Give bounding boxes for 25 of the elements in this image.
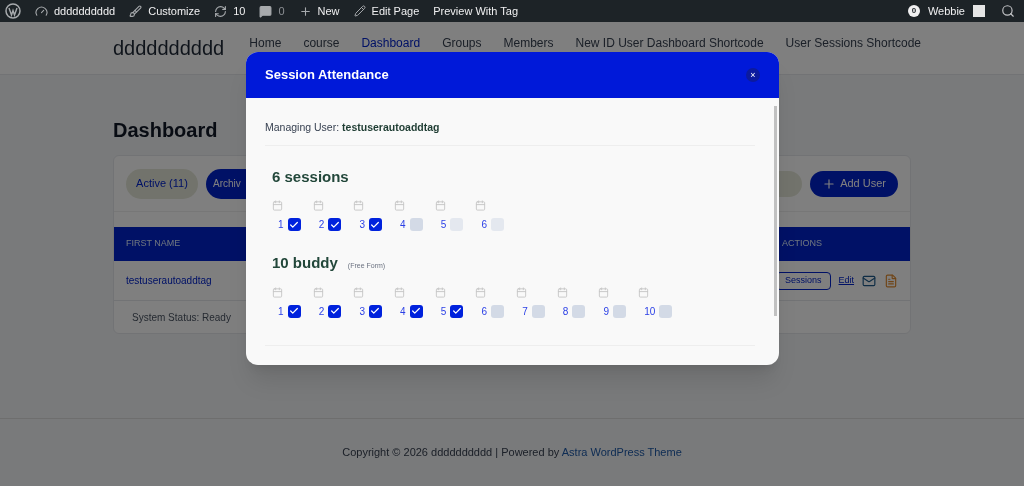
session-number: 4 (400, 218, 406, 233)
footer-text: Copyright © 2026 dddddddddd | Powered by Astra WordPress Theme (342, 445, 682, 461)
system-status: System Status: Ready (132, 310, 231, 325)
session-number: 5 (440, 218, 447, 233)
session-number: 9 (603, 304, 610, 319)
session-number: 1 (278, 304, 284, 319)
page-title: Dashboard (113, 118, 218, 143)
session-number: 2 (318, 218, 325, 233)
column-header: ACTIONS (782, 237, 823, 251)
session-number: 1 (278, 218, 284, 233)
session-number: 3 (359, 218, 365, 233)
session-number: 8 (562, 304, 569, 319)
session-number: 6 (481, 218, 487, 233)
session-number: 2 (318, 304, 325, 319)
session-number: 6 (481, 304, 487, 319)
session-number: 4 (400, 304, 406, 319)
managing-user-text: Managing User: testuserautoaddtag (265, 120, 441, 135)
session-number: 3 (359, 304, 365, 319)
column-header: FIRST NAME (126, 237, 181, 251)
session-number: 10 (644, 304, 656, 319)
group-title: 6 sessions (272, 166, 349, 187)
session-number: 5 (440, 304, 447, 319)
session-number: 7 (522, 304, 528, 319)
group-title: 10 buddy (272, 253, 338, 274)
modal-title: Session Attendance (265, 66, 389, 85)
